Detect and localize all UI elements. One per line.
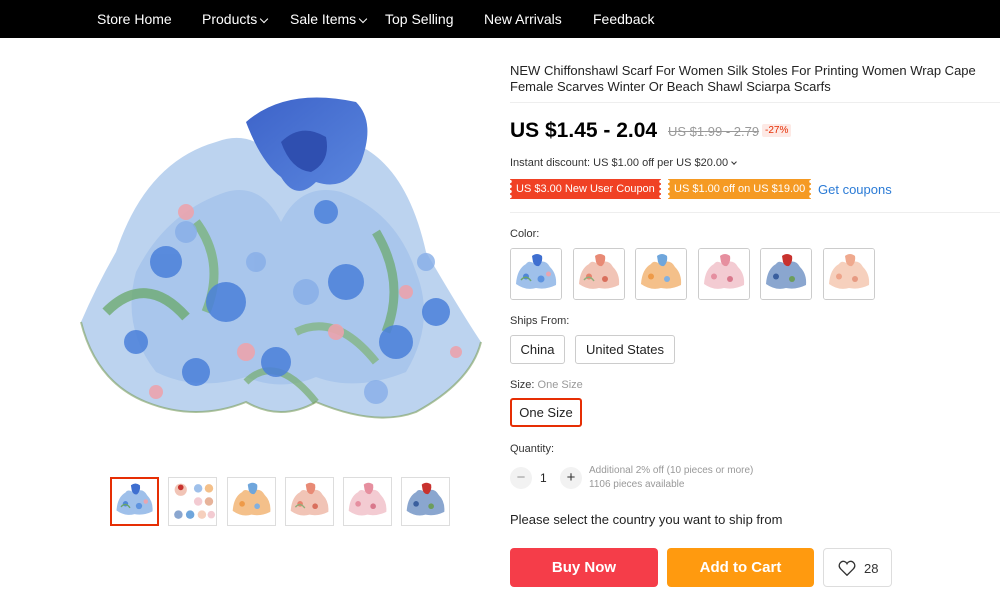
- nav-sale-items[interactable]: Sale Items: [290, 0, 368, 38]
- scarf-swatch-image: [699, 249, 749, 299]
- stock-available: 1106 pieces available: [589, 479, 685, 490]
- color-label: Color:: [510, 228, 540, 240]
- thumbnail-2[interactable]: [168, 477, 217, 526]
- get-coupons-link[interactable]: Get coupons: [818, 182, 892, 197]
- scarf-swatch-image: [574, 249, 624, 299]
- bulk-discount-note: Additional 2% off (10 pieces or more): [589, 465, 754, 476]
- size-option-one-size[interactable]: One Size: [510, 398, 582, 427]
- heart-icon: [838, 560, 856, 576]
- size-selected-value: One Size: [537, 379, 583, 391]
- scarf-swatch-image: [511, 249, 561, 299]
- quantity-value[interactable]: 1: [540, 471, 547, 485]
- scarf-swatch-image: [761, 249, 811, 299]
- scarf-thumbnail-image: [402, 478, 449, 525]
- quantity-label: Quantity:: [510, 443, 555, 455]
- instant-discount-text: Instant discount: US $1.00 off per US $2…: [510, 157, 729, 169]
- chevron-down-icon: [731, 159, 737, 165]
- quantity-decrease-button[interactable]: −: [510, 467, 532, 489]
- nav-products-label: Products: [202, 11, 258, 27]
- size-label: Size:: [510, 379, 535, 391]
- original-price: US $1.99 - 2.79: [668, 124, 760, 139]
- color-swatch-orange[interactable]: [635, 248, 687, 300]
- quantity-increase-button[interactable]: +: [560, 467, 582, 489]
- size-label-row: Size: One Size: [510, 379, 583, 391]
- nav-products[interactable]: Products: [202, 0, 269, 38]
- new-user-coupon[interactable]: US $3.00 New User Coupon: [510, 179, 661, 199]
- instant-discount[interactable]: Instant discount: US $1.00 off per US $2…: [510, 157, 737, 169]
- thumbnail-4[interactable]: [285, 477, 334, 526]
- scarf-thumbnail-image: [286, 478, 333, 525]
- nav-feedback-label: Feedback: [593, 11, 655, 27]
- divider: [510, 212, 1000, 213]
- product-main-image[interactable]: [76, 82, 486, 432]
- store-coupon[interactable]: US $1.00 off on US $19.00: [668, 179, 812, 199]
- chevron-down-icon: [358, 14, 368, 24]
- scarf-thumbnail-image: [344, 478, 391, 525]
- wishlist-count: 28: [864, 561, 879, 576]
- scarf-thumbnail-image: [169, 478, 216, 525]
- thumbnail-3[interactable]: [227, 477, 276, 526]
- product-title: NEW Chiffonshawl Scarf For Women Silk St…: [510, 63, 976, 94]
- nav-store-home[interactable]: Store Home: [97, 0, 172, 38]
- wishlist-button[interactable]: 28: [823, 548, 892, 587]
- store-nav-bar: Store Home Products Sale Items Top Selli…: [0, 0, 1000, 38]
- color-swatch-pink[interactable]: [698, 248, 750, 300]
- chevron-down-icon: [260, 14, 269, 24]
- ships-from-united-states[interactable]: United States: [575, 335, 675, 364]
- scarf-swatch-image: [636, 249, 686, 299]
- nav-new-arrivals[interactable]: New Arrivals: [484, 0, 562, 38]
- discount-badge: -27%: [762, 124, 792, 137]
- color-swatch-blue[interactable]: [510, 248, 562, 300]
- color-swatch-peach[interactable]: [823, 248, 875, 300]
- nav-top-selling[interactable]: Top Selling: [385, 0, 454, 38]
- thumbnail-5[interactable]: [343, 477, 392, 526]
- thumbnail-1[interactable]: [110, 477, 159, 526]
- add-to-cart-button[interactable]: Add to Cart: [667, 548, 814, 587]
- thumbnail-6[interactable]: [401, 477, 450, 526]
- nav-sale-items-label: Sale Items: [290, 11, 357, 27]
- divider: [510, 102, 1000, 103]
- nav-top-selling-label: Top Selling: [385, 11, 454, 27]
- ship-country-message: Please select the country you want to sh…: [510, 512, 783, 527]
- nav-store-home-label: Store Home: [97, 11, 172, 27]
- scarf-image: [80, 97, 482, 419]
- color-swatch-coral[interactable]: [573, 248, 625, 300]
- ships-from-label: Ships From:: [510, 315, 570, 327]
- scarf-swatch-image: [824, 249, 874, 299]
- nav-feedback[interactable]: Feedback: [593, 0, 654, 38]
- color-swatch-navy[interactable]: [760, 248, 812, 300]
- scarf-thumbnail-image: [228, 478, 275, 525]
- scarf-thumbnail-image: [112, 479, 157, 524]
- nav-new-arrivals-label: New Arrivals: [484, 11, 562, 27]
- product-price: US $1.45 - 2.04: [510, 119, 658, 142]
- ships-from-china[interactable]: China: [510, 335, 565, 364]
- buy-now-button[interactable]: Buy Now: [510, 548, 658, 587]
